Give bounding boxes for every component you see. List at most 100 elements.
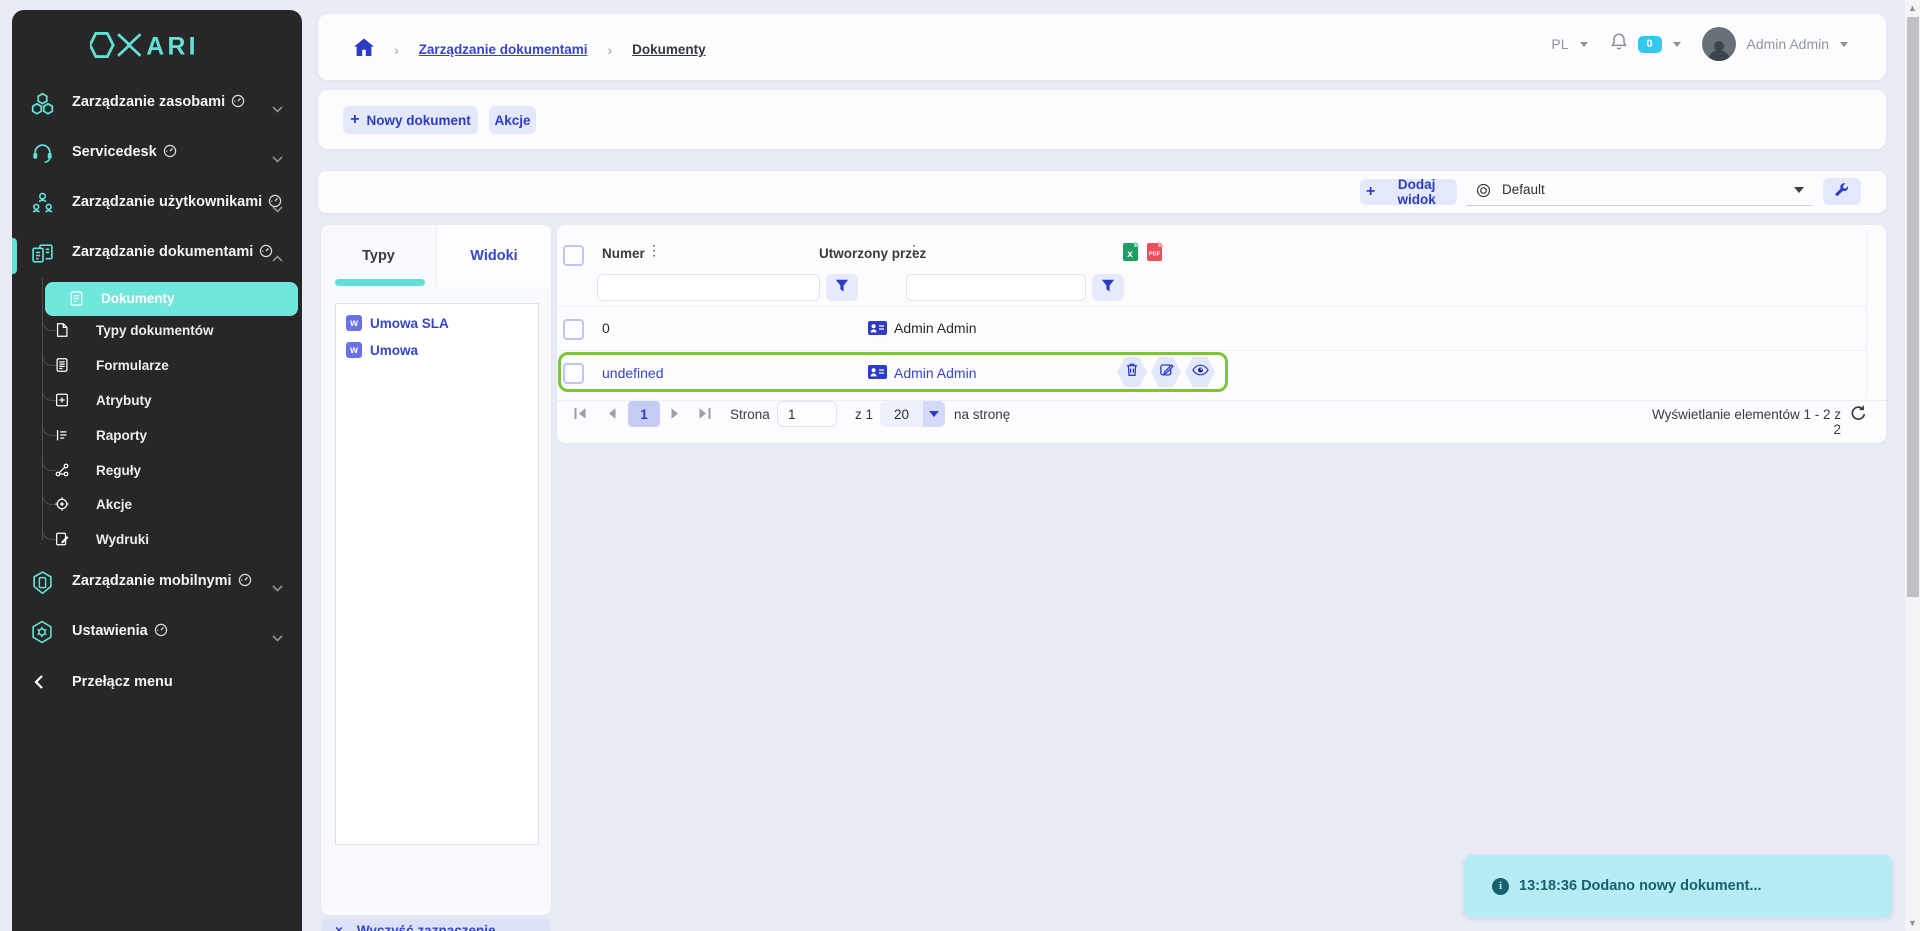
- add-view-button[interactable]: + Dodaj widok: [1360, 179, 1457, 205]
- notification-badge[interactable]: 0: [1638, 36, 1662, 53]
- svg-text:PDF: PDF: [1149, 252, 1161, 258]
- sidebar-item-label: Zarządzanie dokumentami: [72, 244, 253, 260]
- next-page-button[interactable]: [670, 407, 686, 421]
- breadcrumb-separator: ›: [394, 42, 399, 58]
- export-excel-icon[interactable]: x: [1123, 241, 1140, 266]
- active-tab-indicator: [335, 279, 425, 286]
- print-edit-icon: [53, 530, 71, 548]
- page-size-select[interactable]: 20: [880, 401, 945, 427]
- view-select[interactable]: Default: [1466, 177, 1812, 206]
- column-header-numer[interactable]: Numer: [602, 246, 645, 261]
- eye-icon: [1192, 363, 1209, 381]
- table-row-highlighted[interactable]: undefined Admin Admin: [558, 352, 1228, 392]
- cell-numer-link[interactable]: undefined: [602, 365, 664, 381]
- actions-card: + Nowy dokument Akcje: [318, 90, 1886, 149]
- filter-utworzony-button[interactable]: [1092, 274, 1124, 301]
- chevron-down-icon[interactable]: [1673, 42, 1681, 47]
- gauge-icon: [231, 94, 245, 112]
- sidebar-item-ustawienia[interactable]: Ustawienia: [12, 607, 302, 657]
- cell-utworzony: Admin Admin: [894, 320, 976, 336]
- rules-nodes-icon: [53, 461, 71, 479]
- filter-numer-button[interactable]: [826, 274, 858, 301]
- view-button[interactable]: [1185, 357, 1215, 387]
- column-menu-icon[interactable]: ⋮: [647, 242, 661, 259]
- home-icon[interactable]: [354, 38, 374, 61]
- sidebar-item-reguly[interactable]: Reguły: [12, 454, 302, 486]
- tab-label: Typy: [362, 248, 395, 264]
- sidebar-item-uzytkownicy[interactable]: Zarządzanie użytkownikami: [12, 178, 302, 228]
- sidebar-toggle-menu[interactable]: Przełącz menu: [12, 660, 302, 704]
- gauge-icon: [238, 573, 252, 591]
- tree-item-umowa[interactable]: w Umowa: [346, 342, 418, 358]
- sidebar-item-zasoby[interactable]: Zarządzanie zasobami: [12, 78, 302, 128]
- svg-text:x: x: [1127, 249, 1133, 260]
- page-label: Strona: [730, 407, 770, 422]
- page-number-input[interactable]: [777, 401, 837, 427]
- select-all-checkbox[interactable]: [563, 245, 584, 266]
- breadcrumb-current-dokumenty[interactable]: Dokumenty: [632, 42, 706, 57]
- types-views-panel: Typy Widoki w Umowa SLA w Umowa: [321, 225, 551, 915]
- sidebar: ARI Zarządzanie zasobami Ser: [12, 10, 302, 931]
- avatar[interactable]: [1702, 27, 1736, 61]
- column-menu-icon[interactable]: ⋮: [907, 242, 921, 259]
- scroll-down-arrow[interactable]: ▼: [1908, 918, 1917, 928]
- sidebar-item-akcje[interactable]: Akcje: [12, 488, 302, 520]
- sidebar-item-atrybuty[interactable]: Atrybuty: [12, 384, 302, 416]
- gear-icon: [29, 619, 55, 645]
- prev-page-button[interactable]: [606, 407, 622, 421]
- page-total-label: z 1: [855, 407, 873, 422]
- language-selector[interactable]: PL: [1551, 36, 1568, 52]
- row-checkbox[interactable]: [563, 363, 584, 384]
- row-checkbox[interactable]: [563, 319, 584, 340]
- current-page-button[interactable]: 1: [628, 401, 660, 427]
- first-page-button[interactable]: [573, 407, 589, 421]
- sidebar-item-mobilne[interactable]: Zarządzanie mobilnymi: [12, 557, 302, 607]
- info-icon: i: [1492, 878, 1509, 895]
- view-settings-button[interactable]: [1823, 178, 1861, 205]
- filter-numer-input[interactable]: [597, 274, 820, 301]
- clear-selection-button[interactable]: × Wyczyść zaznaczenie: [321, 918, 551, 931]
- new-document-button[interactable]: + Nowy dokument: [343, 106, 478, 134]
- view-toolbar: + Dodaj widok Default: [318, 171, 1886, 213]
- user-name[interactable]: Admin Admin: [1747, 36, 1829, 52]
- actions-button[interactable]: Akcje: [489, 106, 536, 134]
- sidebar-item-label: Formularze: [96, 358, 169, 373]
- scroll-up-arrow[interactable]: ▲: [1908, 3, 1917, 13]
- target-icon: [53, 495, 71, 513]
- sidebar-item-servicedesk[interactable]: Servicedesk: [12, 128, 302, 178]
- sidebar-item-wydruki[interactable]: Wydruki: [12, 523, 302, 555]
- table-row[interactable]: 0 Admin Admin: [557, 306, 1866, 350]
- tab-typy[interactable]: Typy: [321, 225, 436, 287]
- scrollbar-thumb[interactable]: [1907, 17, 1919, 597]
- servicedesk-icon: [29, 140, 55, 166]
- tab-widoki[interactable]: Widoki: [436, 225, 551, 287]
- breadcrumb-link-dokumentami[interactable]: Zarządzanie dokumentami: [419, 42, 588, 57]
- filter-utworzony-input[interactable]: [906, 274, 1086, 301]
- sidebar-item-dokumentami[interactable]: Zarządzanie dokumentami: [12, 228, 302, 278]
- vertical-scrollbar[interactable]: ▲ ▼: [1905, 0, 1920, 931]
- export-pdf-icon[interactable]: PDF: [1147, 241, 1164, 266]
- sidebar-item-formularze[interactable]: Formularze: [12, 349, 302, 381]
- chevron-down-icon: [272, 150, 283, 168]
- per-page-label: na stronę: [954, 407, 1010, 422]
- chevron-left-icon: [26, 669, 52, 695]
- sidebar-item-dokumenty-active[interactable]: Dokumenty: [45, 282, 298, 316]
- sidebar-item-label: Servicedesk: [72, 144, 157, 160]
- chevron-down-icon[interactable]: [1580, 42, 1588, 47]
- close-icon: ×: [335, 923, 343, 931]
- chevron-down-icon[interactable]: [1840, 42, 1848, 47]
- tree-item-umowa-sla[interactable]: w Umowa SLA: [346, 315, 449, 331]
- toast-notification[interactable]: i 13:18:36 Dodano nowy dokument...: [1464, 855, 1892, 917]
- sidebar-item-raporty[interactable]: Raporty: [12, 419, 302, 451]
- sidebar-item-typy-dokumentow[interactable]: Typy dokumentów: [12, 314, 302, 346]
- sidebar-item-label: Akcje: [96, 497, 132, 512]
- last-page-button[interactable]: [698, 407, 714, 421]
- document-blank-icon: [53, 321, 71, 339]
- delete-button[interactable]: [1117, 357, 1147, 387]
- cell-utworzony-link[interactable]: Admin Admin: [894, 365, 976, 381]
- bell-icon[interactable]: [1611, 32, 1627, 56]
- word-doc-icon: w: [346, 342, 362, 358]
- refresh-icon[interactable]: [1850, 405, 1867, 427]
- contact-card-icon: [868, 365, 887, 384]
- edit-button[interactable]: [1151, 357, 1181, 387]
